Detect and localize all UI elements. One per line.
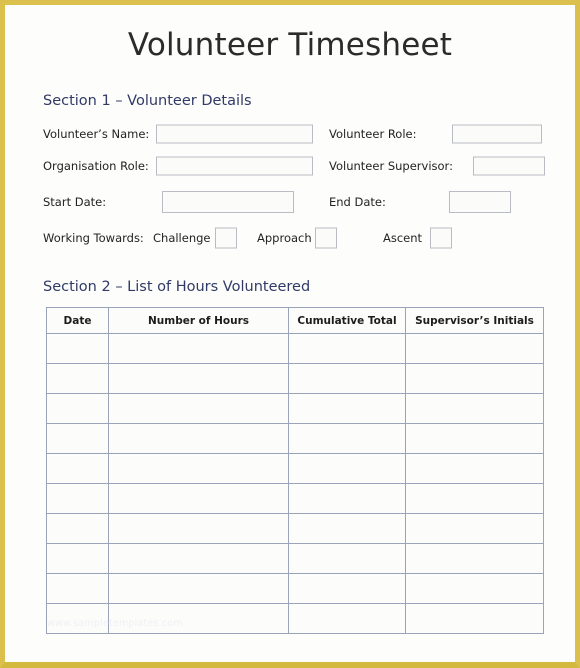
table-cell[interactable] [405, 603, 544, 634]
ascent-checkbox[interactable] [430, 227, 452, 249]
table-cell[interactable] [405, 573, 544, 604]
table-cell[interactable] [288, 603, 406, 634]
end-date-label: End Date: [329, 195, 386, 209]
volunteer-name-input[interactable] [156, 124, 313, 144]
ascent-label: Ascent [383, 231, 423, 245]
table-cell[interactable] [46, 333, 109, 364]
table-cell[interactable] [46, 513, 109, 544]
volunteer-role-input[interactable] [452, 124, 542, 144]
table-cell[interactable] [288, 393, 406, 424]
table-cell[interactable] [405, 393, 544, 424]
table-cell[interactable] [405, 483, 544, 514]
table-cell[interactable] [405, 423, 544, 454]
volunteer-name-label: Volunteer’s Name: [43, 127, 150, 141]
hours-table-wrapper: Date Number of Hours Cumulative Total Su… [46, 307, 544, 634]
table-cell[interactable] [46, 543, 109, 574]
table-cell[interactable] [46, 363, 109, 394]
table-cell[interactable] [46, 483, 109, 514]
start-date-label: Start Date: [43, 195, 107, 209]
table-row [46, 513, 544, 544]
table-cell[interactable] [405, 363, 544, 394]
approach-checkbox[interactable] [315, 227, 337, 249]
table-row [46, 573, 544, 604]
table-cell[interactable] [46, 453, 109, 484]
table-cell[interactable] [108, 363, 289, 394]
hours-table-body [46, 333, 544, 634]
table-cell[interactable] [405, 453, 544, 484]
form-row-name: Volunteer’s Name: Volunteer Role: [43, 122, 545, 146]
page-content: Volunteer Timesheet Section 1 – Voluntee… [5, 5, 575, 662]
table-cell[interactable] [108, 333, 289, 364]
end-date-input[interactable] [449, 191, 511, 213]
table-cell[interactable] [288, 483, 406, 514]
table-cell[interactable] [288, 333, 406, 364]
table-cell[interactable] [108, 543, 289, 574]
organisation-role-label: Organisation Role: [43, 159, 149, 173]
column-header-date: Date [46, 307, 109, 334]
table-row [46, 543, 544, 574]
table-cell[interactable] [288, 573, 406, 604]
hours-table-head: Date Number of Hours Cumulative Total Su… [46, 307, 544, 334]
column-header-number-of-hours: Number of Hours [108, 307, 289, 334]
table-row [46, 363, 544, 394]
challenge-label: Challenge [153, 231, 211, 245]
table-cell[interactable] [46, 393, 109, 424]
table-row [46, 423, 544, 454]
table-cell[interactable] [288, 513, 406, 544]
form-row-dates: Start Date: End Date: [43, 190, 545, 214]
table-cell[interactable] [405, 543, 544, 574]
table-cell[interactable] [46, 603, 109, 634]
table-cell[interactable] [108, 483, 289, 514]
table-header-row: Date Number of Hours Cumulative Total Su… [46, 307, 544, 334]
volunteer-supervisor-input[interactable] [473, 156, 545, 176]
page-title: Volunteer Timesheet [127, 27, 453, 63]
table-cell[interactable] [108, 573, 289, 604]
table-row [46, 453, 544, 484]
table-cell[interactable] [46, 423, 109, 454]
organisation-role-input[interactable] [156, 156, 313, 176]
column-header-supervisors-initials: Supervisor’s Initials [405, 307, 544, 334]
table-cell[interactable] [108, 393, 289, 424]
table-cell[interactable] [108, 453, 289, 484]
hours-table: Date Number of Hours Cumulative Total Su… [46, 307, 544, 634]
table-row [46, 393, 544, 424]
table-cell[interactable] [288, 543, 406, 574]
table-cell[interactable] [405, 513, 544, 544]
challenge-checkbox[interactable] [215, 227, 237, 249]
table-cell[interactable] [108, 423, 289, 454]
table-cell[interactable] [288, 363, 406, 394]
approach-label: Approach [257, 231, 312, 245]
table-row [46, 603, 544, 634]
table-cell[interactable] [288, 423, 406, 454]
table-row [46, 333, 544, 364]
form-row-working-towards: Working Towards: Challenge Approach Asce… [43, 226, 545, 250]
table-cell[interactable] [405, 333, 544, 364]
volunteer-role-label: Volunteer Role: [329, 127, 417, 141]
table-cell[interactable] [46, 573, 109, 604]
section-1-heading: Section 1 – Volunteer Details [43, 93, 252, 109]
form-row-organisation: Organisation Role: Volunteer Supervisor: [43, 154, 545, 178]
start-date-input[interactable] [162, 191, 294, 213]
working-towards-label: Working Towards: [43, 231, 144, 245]
column-header-cumulative-total: Cumulative Total [288, 307, 406, 334]
table-cell[interactable] [108, 513, 289, 544]
volunteer-supervisor-label: Volunteer Supervisor: [329, 159, 453, 173]
table-cell[interactable] [108, 603, 289, 634]
section-2-heading: Section 2 – List of Hours Volunteered [43, 279, 311, 295]
table-row [46, 483, 544, 514]
document-page: Volunteer Timesheet Section 1 – Voluntee… [0, 0, 580, 668]
table-cell[interactable] [288, 453, 406, 484]
